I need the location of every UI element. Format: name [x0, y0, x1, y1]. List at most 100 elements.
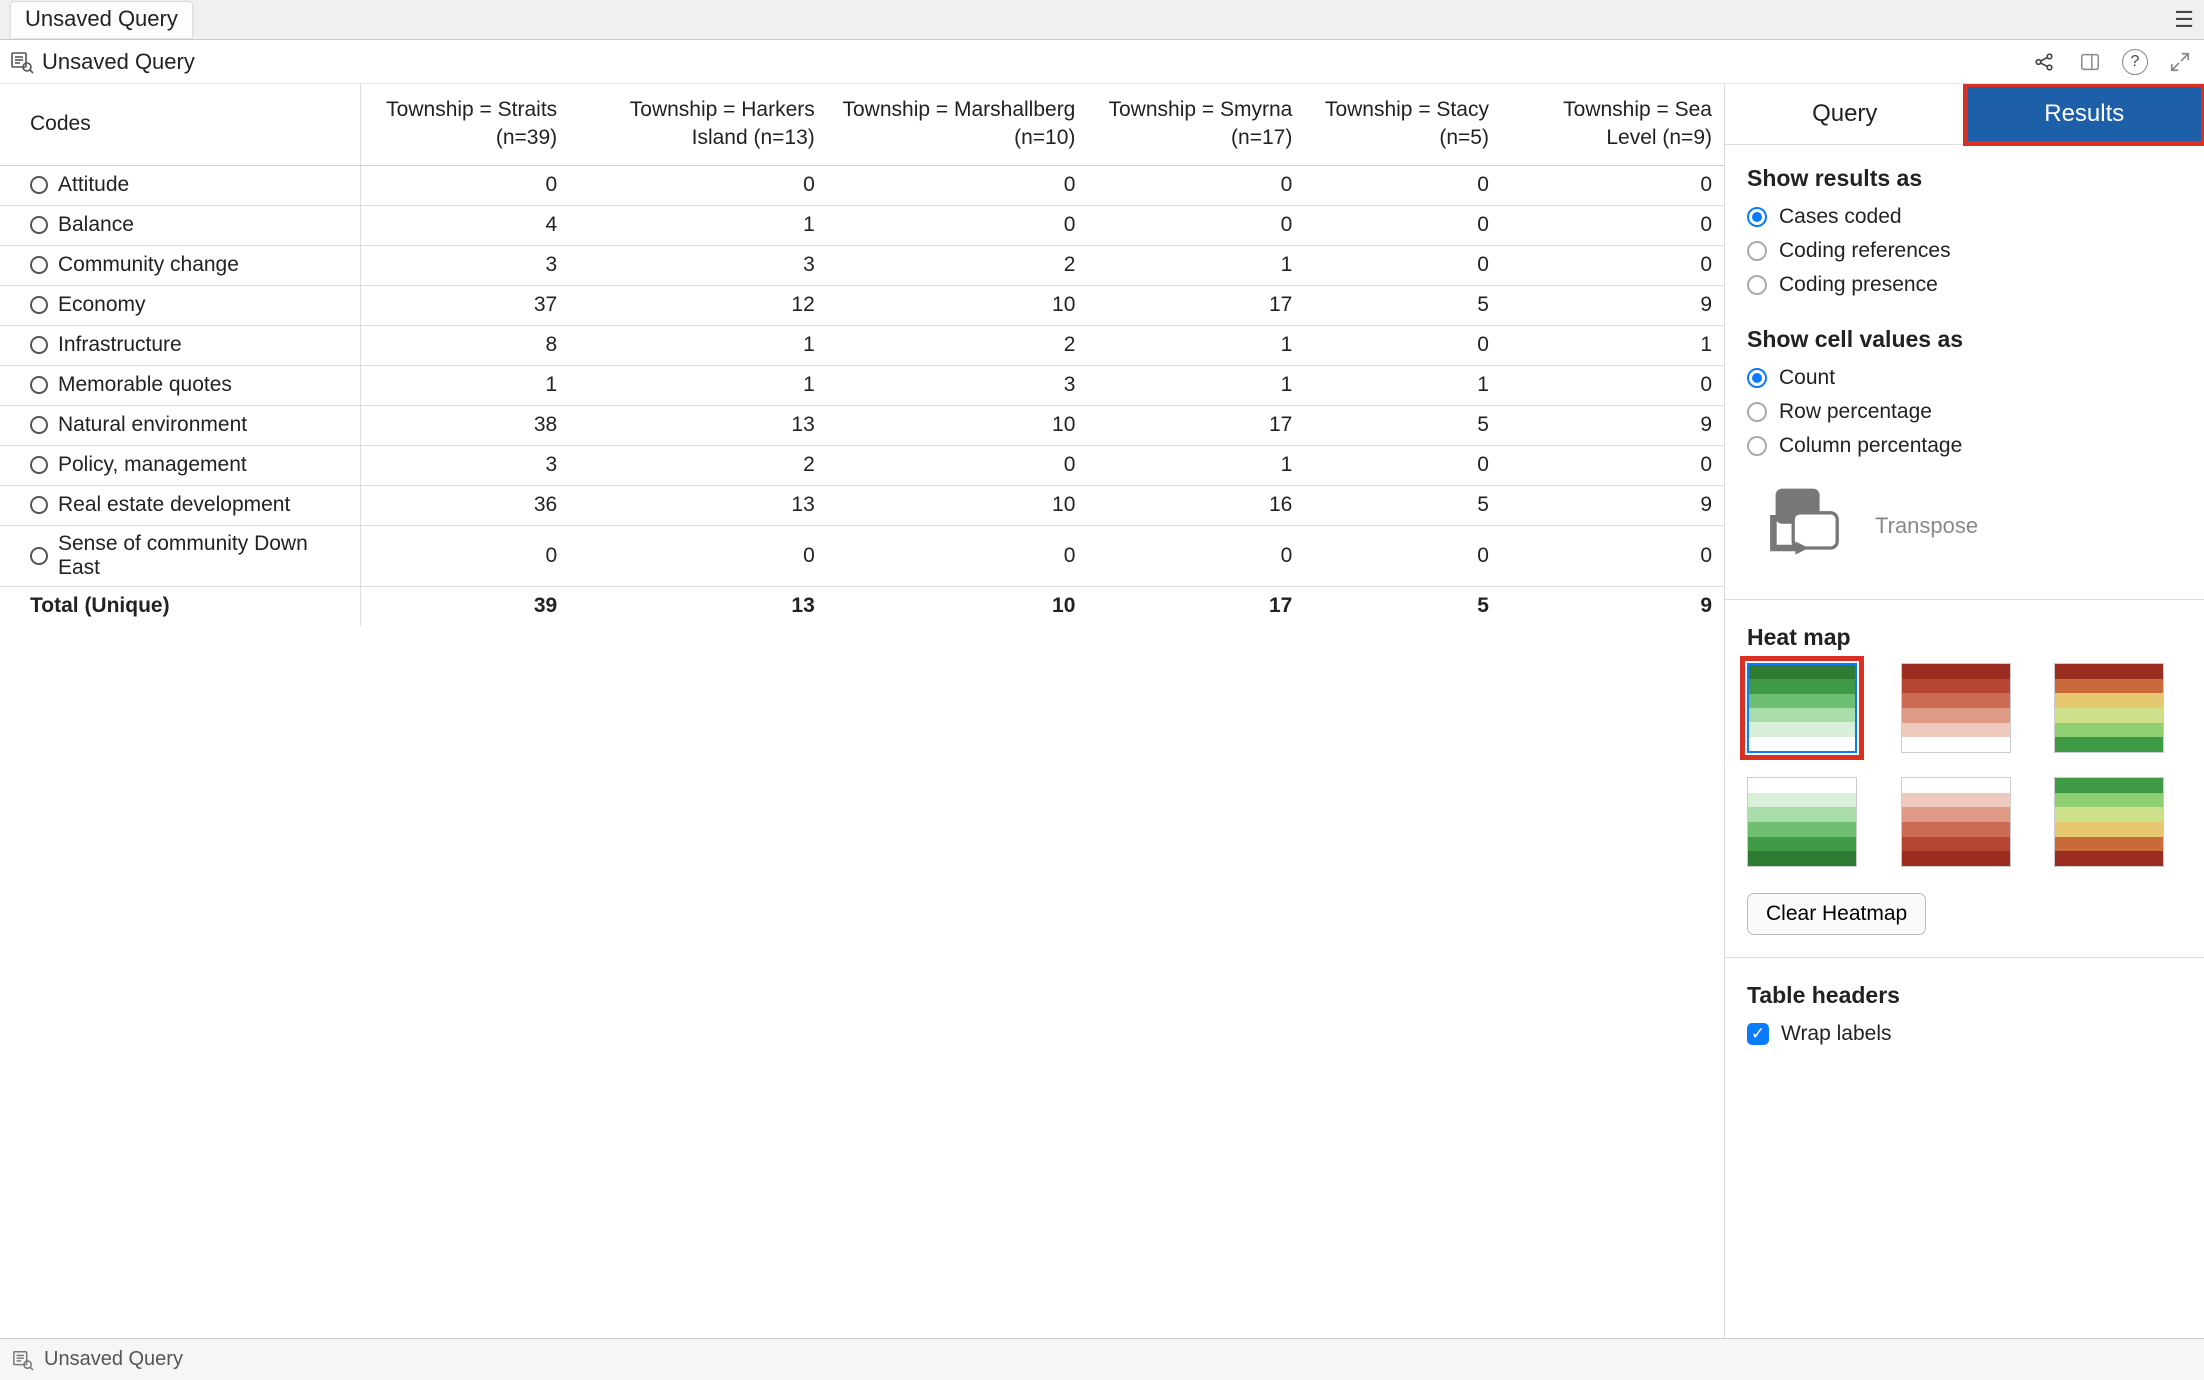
code-cell[interactable]: Real estate development: [0, 485, 360, 525]
column-header[interactable]: Township = Straits (n=39): [360, 84, 569, 165]
value-cell[interactable]: 9: [1501, 405, 1724, 445]
value-cell[interactable]: 17: [1087, 285, 1304, 325]
code-cell[interactable]: Sense of community Down East: [0, 525, 360, 586]
heatmap-swatch[interactable]: [1747, 777, 1857, 867]
value-cell[interactable]: 1: [1087, 445, 1304, 485]
value-cell[interactable]: 3: [360, 445, 569, 485]
share-icon[interactable]: [2030, 48, 2058, 76]
value-cell[interactable]: 0: [1501, 525, 1724, 586]
code-cell[interactable]: Natural environment: [0, 405, 360, 445]
menu-icon[interactable]: ☰: [2174, 7, 2194, 33]
value-cell[interactable]: 2: [569, 445, 827, 485]
value-cell[interactable]: 16: [1087, 485, 1304, 525]
value-cell[interactable]: 1: [569, 325, 827, 365]
value-cell[interactable]: 5: [1304, 405, 1501, 445]
value-cell[interactable]: 2: [827, 245, 1088, 285]
value-cell[interactable]: 0: [1304, 245, 1501, 285]
radio-option[interactable]: Coding references: [1747, 234, 2182, 268]
help-icon[interactable]: ?: [2122, 49, 2148, 75]
value-cell[interactable]: 13: [569, 485, 827, 525]
value-cell[interactable]: 0: [1087, 205, 1304, 245]
value-cell[interactable]: 0: [827, 445, 1088, 485]
value-cell[interactable]: 9: [1501, 485, 1724, 525]
value-cell[interactable]: 0: [1501, 165, 1724, 205]
value-cell[interactable]: 0: [1087, 165, 1304, 205]
document-tab[interactable]: Unsaved Query: [10, 1, 193, 38]
radio-option[interactable]: Cases coded: [1747, 200, 2182, 234]
value-cell[interactable]: 38: [360, 405, 569, 445]
value-cell[interactable]: 0: [1304, 165, 1501, 205]
value-cell[interactable]: 1: [360, 365, 569, 405]
value-cell[interactable]: 1: [1087, 325, 1304, 365]
value-cell[interactable]: 3: [569, 245, 827, 285]
radio-option[interactable]: Row percentage: [1747, 395, 2182, 429]
value-cell[interactable]: 5: [1304, 485, 1501, 525]
column-header[interactable]: Township = Marshallberg (n=10): [827, 84, 1088, 165]
heatmap-swatch[interactable]: [1901, 777, 2011, 867]
value-cell[interactable]: 0: [1304, 445, 1501, 485]
value-cell[interactable]: 0: [1501, 205, 1724, 245]
value-cell[interactable]: 4: [360, 205, 569, 245]
value-cell[interactable]: 1: [569, 365, 827, 405]
code-cell[interactable]: Memorable quotes: [0, 365, 360, 405]
value-cell[interactable]: 0: [827, 165, 1088, 205]
transpose-button[interactable]: Transpose: [1725, 467, 2204, 595]
value-cell[interactable]: 12: [569, 285, 827, 325]
value-cell[interactable]: 10: [827, 285, 1088, 325]
value-cell[interactable]: 10: [827, 405, 1088, 445]
value-cell[interactable]: 0: [827, 205, 1088, 245]
value-cell[interactable]: 0: [360, 165, 569, 205]
value-cell[interactable]: 13: [569, 405, 827, 445]
value-cell[interactable]: 1: [569, 205, 827, 245]
value-cell[interactable]: 0: [1087, 525, 1304, 586]
clear-heatmap-button[interactable]: Clear Heatmap: [1747, 893, 1926, 935]
value-cell[interactable]: 0: [569, 165, 827, 205]
value-cell[interactable]: 0: [1501, 245, 1724, 285]
value-cell[interactable]: 36: [360, 485, 569, 525]
value-cell[interactable]: 0: [569, 525, 827, 586]
heatmap-swatch[interactable]: [2054, 777, 2164, 867]
value-cell[interactable]: 1: [1087, 365, 1304, 405]
value-cell[interactable]: 1: [1087, 245, 1304, 285]
value-cell[interactable]: 0: [1501, 445, 1724, 485]
column-header[interactable]: Township = Harkers Island (n=13): [569, 84, 827, 165]
value-cell[interactable]: 5: [1304, 285, 1501, 325]
value-cell[interactable]: 0: [1304, 205, 1501, 245]
radio-option[interactable]: Coding presence: [1747, 268, 2182, 302]
column-header[interactable]: Township = Stacy (n=5): [1304, 84, 1501, 165]
value-cell[interactable]: 9: [1501, 285, 1724, 325]
value-cell[interactable]: 0: [360, 525, 569, 586]
value-cell[interactable]: 1: [1501, 325, 1724, 365]
codes-column-header[interactable]: Codes: [0, 84, 360, 165]
radio-option[interactable]: Count: [1747, 361, 2182, 395]
code-cell[interactable]: Balance: [0, 205, 360, 245]
value-cell[interactable]: 2: [827, 325, 1088, 365]
wrap-labels-checkbox[interactable]: ✓ Wrap labels: [1747, 1017, 2182, 1051]
heatmap-swatch[interactable]: [1901, 663, 2011, 753]
code-cell[interactable]: Infrastructure: [0, 325, 360, 365]
value-cell[interactable]: 3: [827, 365, 1088, 405]
value-cell[interactable]: 8: [360, 325, 569, 365]
code-cell[interactable]: Community change: [0, 245, 360, 285]
value-cell[interactable]: 37: [360, 285, 569, 325]
value-cell[interactable]: 3: [360, 245, 569, 285]
value-cell[interactable]: 0: [1304, 325, 1501, 365]
column-header[interactable]: Township = Sea Level (n=9): [1501, 84, 1724, 165]
value-cell[interactable]: 17: [1087, 405, 1304, 445]
code-cell[interactable]: Attitude: [0, 165, 360, 205]
code-cell[interactable]: Policy, management: [0, 445, 360, 485]
value-cell[interactable]: 0: [827, 525, 1088, 586]
tab-query[interactable]: Query: [1725, 84, 1965, 144]
code-cell[interactable]: Economy: [0, 285, 360, 325]
expand-icon[interactable]: [2166, 48, 2194, 76]
value-cell[interactable]: 0: [1501, 365, 1724, 405]
heatmap-swatch[interactable]: [1747, 663, 1857, 753]
column-header[interactable]: Township = Smyrna (n=17): [1087, 84, 1304, 165]
radio-option[interactable]: Column percentage: [1747, 429, 2182, 463]
value-cell[interactable]: 0: [1304, 525, 1501, 586]
tab-results[interactable]: Results: [1965, 84, 2204, 144]
panel-toggle-icon[interactable]: [2076, 48, 2104, 76]
value-cell[interactable]: 1: [1304, 365, 1501, 405]
heatmap-swatch[interactable]: [2054, 663, 2164, 753]
value-cell[interactable]: 10: [827, 485, 1088, 525]
